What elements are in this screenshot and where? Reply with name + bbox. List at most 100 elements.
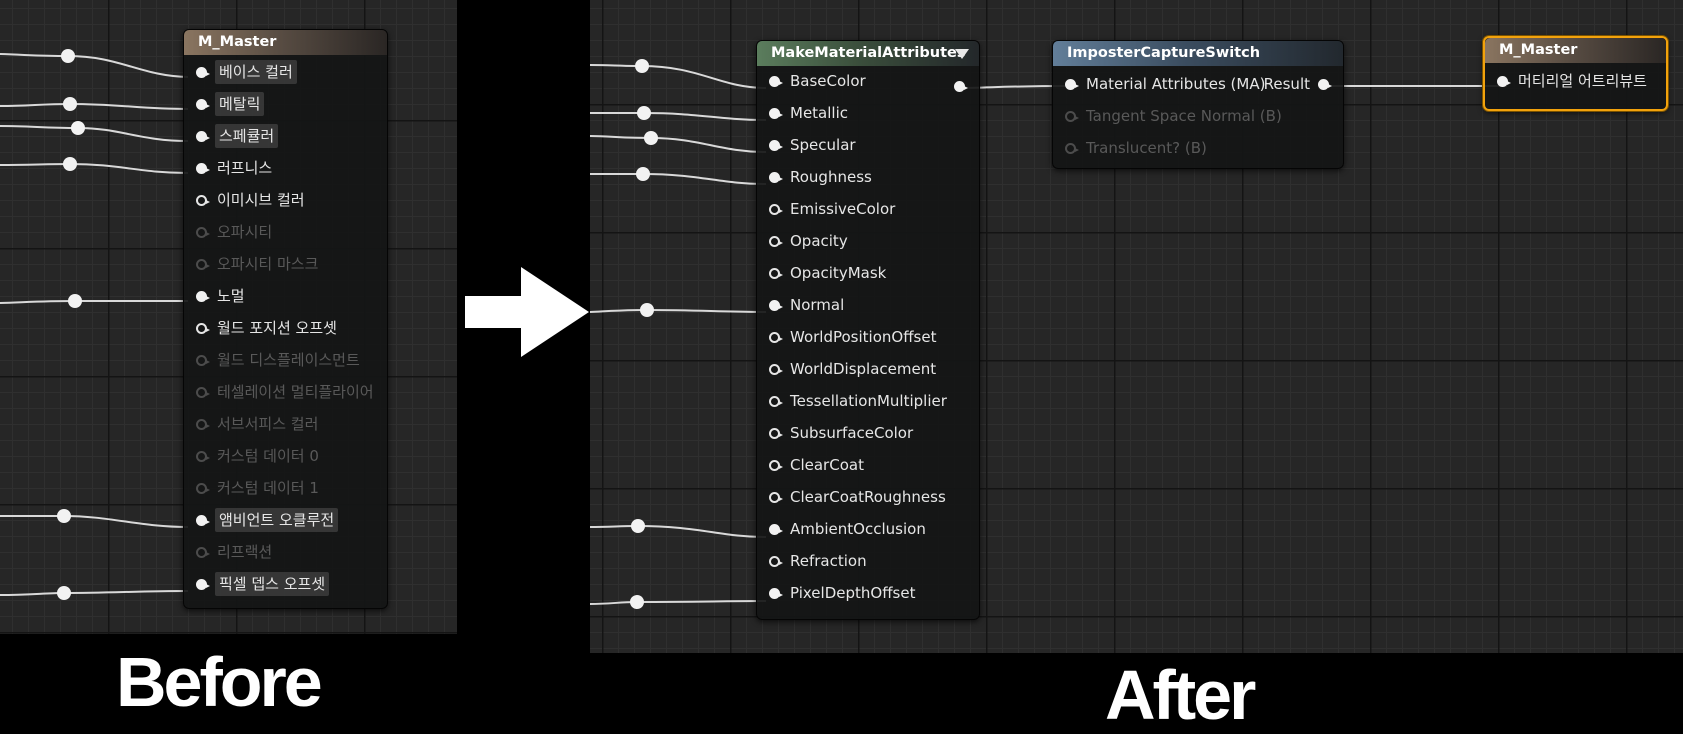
pin-connected-icon[interactable]	[769, 75, 783, 87]
pin-connected-icon[interactable]	[769, 139, 783, 151]
input-pin[interactable]: Normal	[769, 293, 844, 317]
pin-open-icon[interactable]	[196, 546, 210, 558]
pin-open-icon[interactable]	[769, 427, 783, 439]
pin-connected-icon[interactable]	[196, 514, 210, 526]
pin-open-icon[interactable]	[769, 235, 783, 247]
input-pin[interactable]: 스페큘러	[196, 124, 279, 148]
input-pin[interactable]: Material Attributes (MA)	[1065, 72, 1265, 96]
pin-open-icon[interactable]	[769, 363, 783, 375]
input-pin[interactable]: EmissiveColor	[769, 197, 895, 221]
input-pin[interactable]: Opacity	[769, 229, 848, 253]
input-pin[interactable]: ClearCoat	[769, 453, 864, 477]
input-pin[interactable]: 오파시티	[196, 220, 272, 244]
input-pin[interactable]: 커스텀 데이터 0	[196, 444, 319, 468]
pin-label: OpacityMask	[790, 264, 887, 282]
pin-connected-icon[interactable]	[769, 107, 783, 119]
node-title[interactable]: MakeMaterialAttributes	[757, 41, 979, 66]
input-pin[interactable]: Metallic	[769, 101, 848, 125]
pin-label: 월드 포지션 오프셋	[217, 319, 337, 337]
pin-label: 리프랙션	[217, 543, 273, 561]
input-pin[interactable]: 베이스 컬러	[196, 60, 297, 84]
input-pin[interactable]: 러프니스	[196, 156, 272, 180]
input-pin[interactable]: AmbientOcclusion	[769, 517, 926, 541]
pin-open-icon[interactable]	[196, 322, 210, 334]
pin-open-icon[interactable]	[769, 203, 783, 215]
pin-connected-icon[interactable]	[196, 66, 210, 78]
pin-connected-icon[interactable]	[196, 98, 210, 110]
pin-connected-icon[interactable]	[196, 290, 210, 302]
pin-open-icon[interactable]	[196, 450, 210, 462]
input-pin[interactable]: 월드 포지션 오프셋	[196, 316, 337, 340]
before-graph-canvas[interactable]: M_Master 베이스 컬러메탈릭스페큘러러프니스이미시브 컬러오파시티오파시…	[0, 0, 457, 634]
m-master-node[interactable]: M_Master 베이스 컬러메탈릭스페큘러러프니스이미시브 컬러오파시티오파시…	[183, 29, 388, 609]
input-pin[interactable]: 테셀레이션 멀티플라이어	[196, 380, 374, 404]
pin-open-icon[interactable]	[1065, 110, 1079, 122]
pin-connected-icon[interactable]	[1497, 75, 1511, 87]
pin-connected-icon[interactable]	[196, 578, 210, 590]
input-pin[interactable]: Roughness	[769, 165, 872, 189]
input-pin[interactable]: WorldPositionOffset	[769, 325, 936, 349]
pin-open-icon[interactable]	[769, 459, 783, 471]
pin-open-icon[interactable]	[196, 386, 210, 398]
chevron-down-icon[interactable]	[955, 49, 969, 59]
input-pin[interactable]: 리프랙션	[196, 540, 272, 564]
input-pin[interactable]: Tangent Space Normal (B)	[1065, 104, 1282, 128]
pin-open-icon[interactable]	[1065, 142, 1079, 154]
input-pin[interactable]: 픽셀 뎁스 오프셋	[196, 572, 330, 596]
pin-connected-icon[interactable]	[196, 130, 210, 142]
input-pin[interactable]: Specular	[769, 133, 856, 157]
input-pin[interactable]: 이미시브 컬러	[196, 188, 305, 212]
input-pin[interactable]: BaseColor	[769, 69, 866, 93]
pin-connected-icon[interactable]	[769, 171, 783, 183]
node-title[interactable]: M_Master	[1485, 38, 1666, 63]
pin-label: BaseColor	[790, 72, 866, 90]
imposter-capture-switch-node[interactable]: ImposterCaptureSwitch Result Material At…	[1052, 40, 1344, 169]
input-pin[interactable]: OpacityMask	[769, 261, 886, 285]
input-pin[interactable]: 월드 디스플레이스먼트	[196, 348, 360, 372]
input-pin[interactable]: 서브서피스 컬러	[196, 412, 318, 436]
pin-open-icon[interactable]	[196, 258, 210, 270]
input-pin[interactable]: 앰비언트 오클루전	[196, 508, 339, 532]
pin-connected-icon[interactable]	[769, 299, 783, 311]
output-pin[interactable]	[946, 74, 968, 98]
input-pin[interactable]: WorldDisplacement	[769, 357, 936, 381]
pin-open-icon[interactable]	[769, 331, 783, 343]
output-pin-icon[interactable]	[954, 80, 968, 92]
pin-connected-icon[interactable]	[1065, 78, 1079, 90]
node-title[interactable]: M_Master	[184, 30, 387, 55]
pin-open-icon[interactable]	[196, 354, 210, 366]
input-pin[interactable]: Refraction	[769, 549, 867, 573]
pin-open-icon[interactable]	[769, 491, 783, 503]
pin-label: Opacity	[790, 232, 848, 250]
input-pin[interactable]: PixelDepthOffset	[769, 581, 915, 605]
make-material-attributes-node[interactable]: MakeMaterialAttributes BaseColor Metallic…	[756, 40, 980, 620]
input-pin[interactable]: 머티리얼 어트리뷰트	[1497, 69, 1647, 93]
result-output-pin[interactable]: Result	[1264, 72, 1332, 96]
pin-open-icon[interactable]	[769, 555, 783, 567]
after-graph-canvas[interactable]: MakeMaterialAttributes BaseColor Metallic…	[590, 0, 1683, 653]
pin-open-icon[interactable]	[769, 267, 783, 279]
before-caption: Before	[116, 643, 323, 721]
pin-open-icon[interactable]	[196, 418, 210, 430]
node-title-text: MakeMaterialAttributes	[771, 45, 966, 61]
pin-connected-icon[interactable]	[769, 523, 783, 535]
pin-label: Specular	[790, 136, 856, 154]
pin-connected-icon[interactable]	[196, 162, 210, 174]
input-pin[interactable]: 커스텀 데이터 1	[196, 476, 319, 500]
input-pin[interactable]: 노멀	[196, 284, 245, 308]
pin-open-icon[interactable]	[769, 395, 783, 407]
m-master-node-selected[interactable]: M_Master 머티리얼 어트리뷰트	[1483, 36, 1668, 111]
input-pin[interactable]: SubsurfaceColor	[769, 421, 913, 445]
input-pin[interactable]: 오파시티 마스크	[196, 252, 318, 276]
pin-open-icon[interactable]	[196, 226, 210, 238]
result-pin-icon[interactable]	[1318, 78, 1332, 90]
input-pin[interactable]: ClearCoatRoughness	[769, 485, 946, 509]
pin-label: 서브서피스 컬러	[217, 415, 319, 433]
input-pin[interactable]: TessellationMultiplier	[769, 389, 947, 413]
pin-open-icon[interactable]	[196, 194, 210, 206]
input-pin[interactable]: 메탈릭	[196, 92, 265, 116]
node-title[interactable]: ImposterCaptureSwitch	[1053, 41, 1343, 66]
input-pin[interactable]: Translucent? (B)	[1065, 136, 1207, 160]
pin-open-icon[interactable]	[196, 482, 210, 494]
pin-connected-icon[interactable]	[769, 587, 783, 599]
